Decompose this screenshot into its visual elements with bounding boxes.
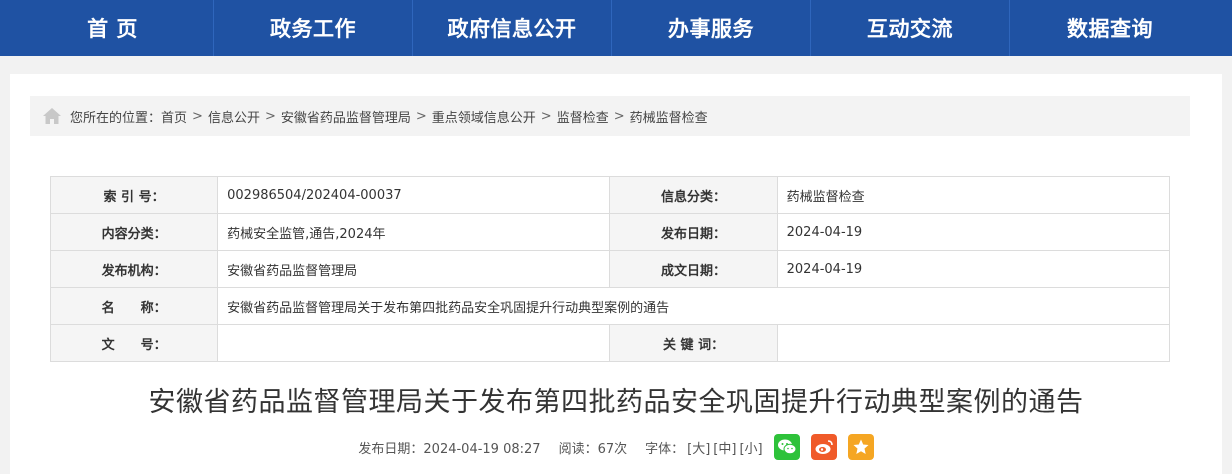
name-value: 安徽省药品监督管理局关于发布第四批药品安全巩固提升行动典型案例的通告 [217,287,1170,325]
org-label: 发布机构： [49,250,219,288]
table-row: 名 称： 安徽省药品监督管理局关于发布第四批药品安全巩固提升行动典型案例的通告 [49,287,1170,325]
breadcrumb-separator: > [264,108,276,124]
article-title: 安徽省药品监督管理局关于发布第四批药品安全巩固提升行动典型案例的通告 [148,387,1084,418]
favorite-icon[interactable] [847,434,874,460]
doc-number-value [217,324,611,362]
table-row: 内容分类： 药械安全监管,通告,2024年 发布日期： 2024-04-19 [49,213,1171,251]
breadcrumb: 您所在的位置： 首页 > 信息公开 > 安徽省药品监督管理局 > 重点领域信息公… [30,96,1190,136]
breadcrumb-info-disclosure[interactable]: 信息公开 [208,107,260,126]
publish-date-value: 2024-04-19 [776,213,1171,251]
breadcrumb-separator: > [540,108,552,124]
home-icon [42,107,62,125]
content-category-value: 药械安全监管,通告,2024年 [217,213,611,251]
top-nav: 首 页 政务工作 政府信息公开 办事服务 互动交流 数据查询 [0,0,1232,56]
nav-item-info-disclosure[interactable]: 政府信息公开 [413,0,612,56]
font-medium-button[interactable]: [中] [713,438,736,457]
index-value: 002986504/202404-00037 [217,176,611,214]
nav-item-interaction[interactable]: 互动交流 [811,0,1010,56]
breadcrumb-separator: > [415,108,427,124]
doc-number-label: 文 号： [49,324,219,362]
category-label: 信息分类： [609,176,778,214]
breadcrumb-drug-device-inspection[interactable]: 药械监督检查 [630,107,708,126]
keywords-label: 关 键 词： [609,324,778,362]
breadcrumb-key-areas[interactable]: 重点领域信息公开 [432,107,536,126]
written-date-label: 成文日期： [609,250,778,288]
breadcrumb-bureau[interactable]: 安徽省药品监督管理局 [281,107,411,126]
content-category-label: 内容分类： [49,213,219,251]
breadcrumb-home[interactable]: 首页 [161,107,187,126]
wechat-icon[interactable] [773,434,800,460]
org-value: 安徽省药品监督管理局 [217,250,611,288]
font-large-button[interactable]: [大] [687,438,710,457]
font-small-button[interactable]: [小] [739,438,762,457]
category-value: 药械监督检查 [776,176,1171,214]
breadcrumb-supervision[interactable]: 监督检查 [557,107,609,126]
nav-edge [0,0,12,56]
publish-date-label: 发布日期： [609,213,778,251]
weibo-icon[interactable] [810,434,837,460]
read-count: 阅读：67次 [558,441,628,457]
index-label: 索 引 号： [49,176,219,214]
breadcrumb-separator: > [192,108,203,124]
breadcrumb-prefix: 您所在的位置： [70,110,162,126]
table-row: 索 引 号： 002986504/202404-00037 信息分类： 药械监督… [49,176,1171,214]
nav-item-services[interactable]: 办事服务 [612,0,811,56]
nav-item-data-query[interactable]: 数据查询 [1010,0,1210,56]
publish-datetime: 发布日期：2024-04-19 08:27 [358,441,541,457]
info-table: 索 引 号： 002986504/202404-00037 信息分类： 药械监督… [49,176,1171,362]
breadcrumb-separator: > [613,108,625,124]
table-row: 发布机构： 安徽省药品监督管理局 成文日期： 2024-04-19 [49,250,1171,288]
nav-item-home[interactable]: 首 页 [12,0,214,56]
content-panel: 您所在的位置： 首页 > 信息公开 > 安徽省药品监督管理局 > 重点领域信息公… [10,74,1222,474]
name-label: 名 称： [49,287,219,325]
table-row: 文 号： 关 键 词： [49,324,1171,362]
nav-item-government-work[interactable]: 政务工作 [214,0,413,56]
keywords-value [776,324,1171,362]
font-size-label: 字体： [645,441,685,457]
written-date-value: 2024-04-19 [776,250,1171,288]
article-meta: 发布日期：2024-04-19 08:27 阅读：67次 字体： [大] [中]… [10,434,1222,460]
